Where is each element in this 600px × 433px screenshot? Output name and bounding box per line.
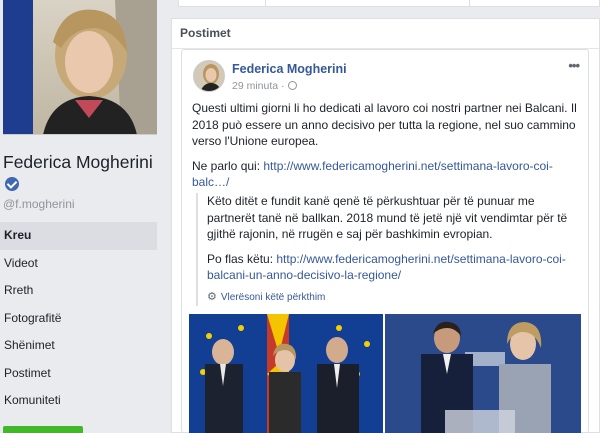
post-meta: 29 minuta · xyxy=(232,80,298,92)
meta-separator: · xyxy=(281,80,285,92)
nav-item-shenimet[interactable]: Shënimet xyxy=(0,332,157,360)
left-column: Federica Mogherini @f.mogherini Kreu Vid… xyxy=(0,0,163,433)
gear-icon: ⚙ xyxy=(207,290,217,303)
rate-translation-row[interactable]: ⚙ Vlerësoni këtë përkthim xyxy=(207,289,582,307)
post-photos xyxy=(189,314,581,433)
verified-badge-icon xyxy=(5,177,19,191)
post-photo-2[interactable] xyxy=(385,314,581,433)
tab-divider xyxy=(265,0,266,7)
profile-photo-illustration xyxy=(3,0,157,134)
post-paragraph: Questi ultimi giorni li ho dedicati al l… xyxy=(192,101,577,148)
profile-nav: Kreu Videot Rreth Fotografitë Shënimet P… xyxy=(0,222,157,415)
translation-link-prefix: Po flas këtu: xyxy=(207,251,277,266)
section-title: Postimet xyxy=(180,26,231,40)
translation-block: Këto ditët e fundit kanë qenë të përkush… xyxy=(196,193,582,306)
nav-item-kreu[interactable]: Kreu xyxy=(0,222,157,250)
globe-icon[interactable] xyxy=(288,81,298,90)
post-timestamp[interactable]: 29 minuta xyxy=(232,80,278,92)
nav-item-komuniteti[interactable]: Komuniteti xyxy=(0,387,157,415)
rate-translation-link[interactable]: Vlerësoni këtë përkthim xyxy=(221,292,326,303)
nav-item-fotografite[interactable]: Fotografitë xyxy=(0,305,157,333)
profile-name[interactable]: Federica Mogherini xyxy=(3,151,163,195)
tab-divider xyxy=(469,0,470,7)
avatar[interactable] xyxy=(193,60,225,92)
post-photo-1[interactable] xyxy=(189,314,383,433)
avatar-illustration xyxy=(194,61,224,91)
profile-cover-photo[interactable] xyxy=(3,0,157,135)
create-page-button[interactable] xyxy=(3,426,83,433)
profile-handle[interactable]: @f.mogherini xyxy=(3,197,75,211)
top-tab-strip xyxy=(178,0,600,7)
photo-2-illustration xyxy=(385,314,581,433)
more-options-icon[interactable]: ••• xyxy=(568,58,580,73)
translation-paragraph: Këto ditët e fundit kanë qenë të përkush… xyxy=(207,194,568,241)
nav-item-videot[interactable]: Videot xyxy=(0,250,157,278)
post-body: Questi ultimi giorni li ho dedicati al l… xyxy=(192,100,582,199)
post-link-prefix: Ne parlo qui: xyxy=(192,158,264,173)
post-card: Federica Mogherini 29 minuta · ••• Quest… xyxy=(181,49,589,433)
translation-paragraph-link: Po flas këtu: http://www.federicamogheri… xyxy=(207,251,582,284)
nav-item-rreth[interactable]: Rreth xyxy=(0,277,157,305)
nav-item-postimet[interactable]: Postimet xyxy=(0,360,157,388)
photo-1-illustration xyxy=(189,314,383,433)
post-paragraph-link: Ne parlo qui: http://www.federicamogheri… xyxy=(192,158,582,191)
profile-name-text[interactable]: Federica Mogherini xyxy=(3,152,153,172)
post-author-name[interactable]: Federica Mogherini xyxy=(232,62,347,76)
